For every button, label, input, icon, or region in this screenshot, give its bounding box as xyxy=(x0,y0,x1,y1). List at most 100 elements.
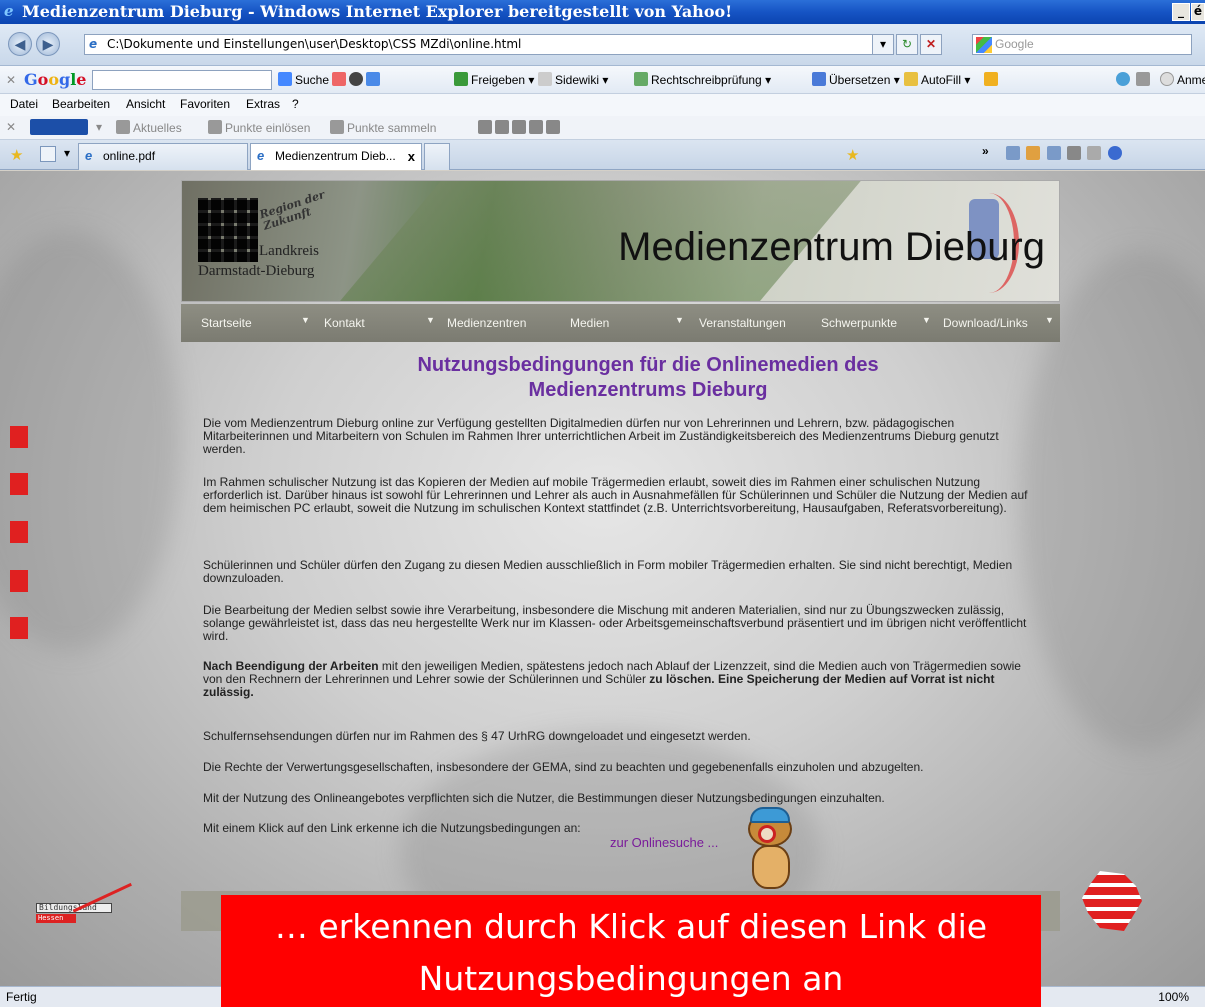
menu-ansicht[interactable]: Ansicht xyxy=(126,97,165,111)
nav-download-links[interactable]: Download/Links xyxy=(943,316,1028,330)
menu-help[interactable]: ? xyxy=(292,97,299,111)
minimize-button[interactable]: _ xyxy=(1172,3,1190,21)
bildungsland-logo[interactable]: Bildungsland Hessen xyxy=(36,882,144,938)
side-marker xyxy=(10,426,28,448)
annotation-line-2: Nutzungsbedingungen an xyxy=(418,959,844,998)
forward-button[interactable]: ▶ xyxy=(36,32,60,56)
pencil-icon[interactable] xyxy=(984,72,1001,88)
page-headline: Nutzungsbedingungen für die Onlinemedien… xyxy=(417,354,879,401)
punkte-sammeln-button[interactable]: Punkte sammeln xyxy=(330,120,436,135)
new-tab-button[interactable] xyxy=(424,143,450,170)
paragraph-6: Schulfernsehsendungen dürfen nur im Rahm… xyxy=(203,729,751,743)
aktuelles-button[interactable]: Aktuelles xyxy=(116,120,182,135)
paragraph-1: Die vom Medienzentrum Dieburg online zur… xyxy=(203,416,999,456)
side-marker xyxy=(10,473,28,495)
maximize-button[interactable]: é xyxy=(1191,3,1205,21)
back-button[interactable]: ◀ xyxy=(8,32,32,56)
zoom-level[interactable]: 100% xyxy=(1158,987,1189,1007)
nav-veranstaltungen[interactable]: Veranstaltungen xyxy=(699,316,786,330)
close-payback-icon[interactable]: ✕ xyxy=(6,120,16,134)
more-tools-icon[interactable]: » xyxy=(982,144,989,158)
chevron-down-icon[interactable]: ▼ xyxy=(301,315,310,325)
spellcheck-button[interactable]: Rechtschreibprüfung ▾ xyxy=(634,72,771,88)
chevron-down-icon[interactable]: ▼ xyxy=(426,315,435,325)
side-marker xyxy=(10,570,28,592)
share-button[interactable]: Freigeben ▾ xyxy=(454,72,534,88)
refresh-icon[interactable]: ↻ xyxy=(896,34,918,55)
window-titlebar: e Medienzentrum Dieburg - Windows Intern… xyxy=(0,0,1205,24)
paragraph-8: Mit der Nutzung des Onlineangebotes verp… xyxy=(203,791,885,805)
google-search-input[interactable] xyxy=(92,70,272,90)
paragraph-3: Schülerinnen und Schüler dürfen den Zuga… xyxy=(203,558,1013,585)
darmstadt-label: Darmstadt-Dieburg xyxy=(198,263,315,279)
paragraph-5: Nach Beendigung der Arbeiten mit den jew… xyxy=(203,660,1033,699)
annotation-line-1: … erkennen durch Klick auf diesen Link d… xyxy=(274,907,988,946)
google-search-button[interactable]: Suche ▾ xyxy=(278,72,338,88)
site-banner: Region der Zukunft Landkreis Darmstadt-D… xyxy=(181,180,1060,302)
address-bar: ◀ ▶ e C:\Dokumente und Einstellungen\use… xyxy=(0,24,1205,66)
nav-startseite[interactable]: Startseite xyxy=(201,316,252,330)
onlinesuche-link[interactable]: zur Onlinesuche ... xyxy=(610,835,718,850)
mail-icon xyxy=(1046,146,1061,160)
menu-bearbeiten[interactable]: Bearbeiten xyxy=(52,97,110,111)
nav-kontakt[interactable]: Kontakt xyxy=(324,316,365,330)
nav-medien[interactable]: Medien xyxy=(570,316,609,330)
feeds-icon xyxy=(1026,146,1041,160)
quick-tabs-icon[interactable] xyxy=(40,146,56,162)
stop-icon[interactable]: ✕ xyxy=(920,34,942,55)
signin-icon xyxy=(1160,72,1174,86)
chevron-down-icon[interactable]: ▼ xyxy=(1045,315,1054,325)
command-bar-icons[interactable] xyxy=(1006,146,1196,162)
page-icon: e xyxy=(89,37,98,51)
payback-logo[interactable] xyxy=(30,119,88,135)
menu-datei[interactable]: Datei xyxy=(10,97,38,111)
payback-extra-icons[interactable] xyxy=(478,120,563,135)
chevron-down-icon[interactable]: ▼ xyxy=(922,315,931,325)
sidewiki-icon xyxy=(538,72,552,86)
chevron-down-icon[interactable]: ▼ xyxy=(675,315,684,325)
share-icon xyxy=(454,72,468,86)
landkreis-logo xyxy=(198,198,258,262)
mascot-dog-image xyxy=(740,807,810,891)
google-logo: Google xyxy=(24,70,87,89)
region-slogan: Region der Zukunft xyxy=(257,188,327,233)
spellcheck-icon xyxy=(634,72,648,86)
landkreis-label: Landkreis xyxy=(259,243,319,259)
ie-tab-icon: e xyxy=(257,148,265,163)
nav-medienzentren[interactable]: Medienzentren xyxy=(447,316,526,330)
window-title: Medienzentrum Dieburg - Windows Internet… xyxy=(22,2,733,21)
plus-icon xyxy=(366,72,380,86)
tab-online-pdf[interactable]: e online.pdf xyxy=(78,143,248,170)
sidewiki-button[interactable]: Sidewiki ▾ xyxy=(538,72,608,88)
paragraph-4: Die Bearbeitung der Medien selbst sowie … xyxy=(203,603,1027,643)
signin-button[interactable]: Anmeld xyxy=(1160,72,1205,88)
paragraph-5-bold-start: Nach Beendigung der Arbeiten xyxy=(203,659,379,673)
wifi-icon[interactable] xyxy=(1116,72,1133,88)
punkte-einloesen-button[interactable]: Punkte einlösen xyxy=(208,120,310,135)
menu-favoriten[interactable]: Favoriten xyxy=(180,97,230,111)
ie-icon: e xyxy=(4,2,14,20)
close-toolbar-icon[interactable]: ✕ xyxy=(6,72,16,88)
add-favorite-icon[interactable]: ★ xyxy=(846,146,859,164)
toolbar-extra-icons[interactable] xyxy=(332,72,383,88)
wrench-icon[interactable] xyxy=(1136,72,1153,88)
status-text: Fertig xyxy=(6,990,37,1004)
paragraph-9: Mit einem Klick auf den Link erkenne ich… xyxy=(203,821,581,835)
tab-list-dropdown-icon[interactable]: ▾ xyxy=(64,146,70,160)
translate-button[interactable]: Übersetzen ▾ xyxy=(812,72,900,88)
hessen-lion-logo[interactable] xyxy=(1082,871,1142,931)
tab-medienzentrum[interactable]: e Medienzentrum Dieb... x xyxy=(250,143,422,170)
search-input[interactable]: Google xyxy=(972,34,1192,55)
translate-icon xyxy=(812,72,826,86)
page-icon xyxy=(1087,146,1102,160)
favorites-star-icon[interactable]: ★ xyxy=(10,146,23,164)
payback-dropdown-icon[interactable]: ▾ xyxy=(96,120,102,134)
autofill-icon xyxy=(904,72,918,86)
nav-schwerpunkte[interactable]: Schwerpunkte xyxy=(821,316,897,330)
pagerank-icon xyxy=(349,72,363,86)
url-dropdown-icon[interactable]: ▾ xyxy=(872,34,894,55)
menu-extras[interactable]: Extras xyxy=(246,97,280,111)
close-tab-icon[interactable]: x xyxy=(408,144,415,169)
autofill-button[interactable]: AutoFill ▾ xyxy=(904,72,970,88)
url-field[interactable]: e C:\Dokumente und Einstellungen\user\De… xyxy=(84,34,890,55)
